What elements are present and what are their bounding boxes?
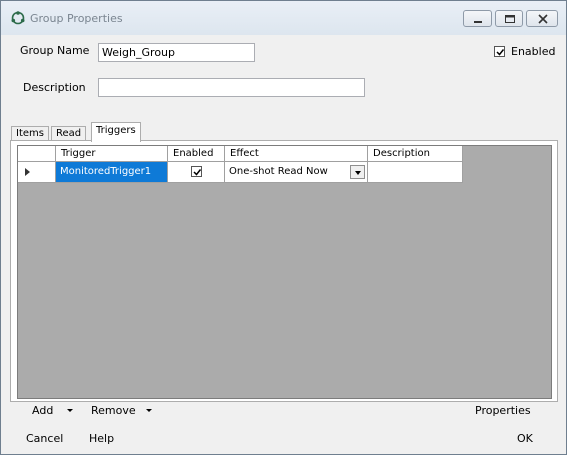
- checkmark-icon: [496, 49, 505, 56]
- description-input[interactable]: [98, 78, 365, 97]
- close-icon: [538, 14, 548, 24]
- tab-items[interactable]: Items: [11, 126, 49, 141]
- remove-dropdown-arrow-icon[interactable]: [146, 409, 152, 412]
- ok-button[interactable]: OK: [517, 432, 533, 445]
- checkmark-icon: [193, 169, 202, 176]
- group-icon: [11, 11, 25, 25]
- enabled-label: Enabled: [511, 45, 556, 58]
- title-bar[interactable]: Group Properties: [1, 1, 566, 35]
- add-dropdown-arrow-icon[interactable]: [67, 409, 73, 412]
- minimize-button[interactable]: [463, 10, 492, 27]
- column-header-trigger[interactable]: Trigger: [56, 146, 168, 162]
- help-button[interactable]: Help: [89, 432, 114, 445]
- row-enabled-checkbox[interactable]: [191, 166, 202, 177]
- window-title: Group Properties: [30, 12, 123, 25]
- maximize-button[interactable]: [495, 10, 523, 27]
- maximize-icon: [505, 15, 515, 23]
- effect-dropdown-button[interactable]: [350, 165, 365, 179]
- row-pointer-icon: [25, 168, 30, 176]
- triggers-grid[interactable]: Trigger Enabled Effect Description Monit…: [17, 145, 552, 399]
- group-properties-dialog: Group Properties Group Name Weigh_Group …: [0, 0, 567, 455]
- tab-read[interactable]: Read: [51, 126, 87, 141]
- column-header-description[interactable]: Description: [368, 146, 463, 162]
- close-button[interactable]: [526, 10, 558, 27]
- remove-button[interactable]: Remove: [91, 404, 136, 417]
- group-name-label: Group Name: [20, 44, 90, 57]
- add-button[interactable]: Add: [32, 404, 53, 417]
- enabled-checkbox[interactable]: [494, 46, 505, 57]
- column-header-effect[interactable]: Effect: [225, 146, 368, 162]
- tab-triggers[interactable]: Triggers: [91, 122, 141, 142]
- description-label: Description: [23, 81, 86, 94]
- effect-value: One-shot Read Now: [229, 166, 328, 177]
- minimize-icon: [474, 21, 482, 23]
- effect-cell[interactable]: One-shot Read Now: [225, 162, 368, 183]
- row-selector[interactable]: [18, 162, 56, 183]
- enabled-cell[interactable]: [168, 162, 225, 183]
- chevron-down-icon: [355, 171, 361, 175]
- cancel-button[interactable]: Cancel: [26, 432, 63, 445]
- column-header-enabled[interactable]: Enabled: [168, 146, 225, 162]
- trigger-cell[interactable]: MonitoredTrigger1: [56, 162, 168, 183]
- properties-button[interactable]: Properties: [475, 404, 531, 417]
- description-cell[interactable]: [368, 162, 463, 183]
- group-name-input[interactable]: Weigh_Group: [98, 43, 255, 62]
- row-header-corner: [18, 146, 56, 162]
